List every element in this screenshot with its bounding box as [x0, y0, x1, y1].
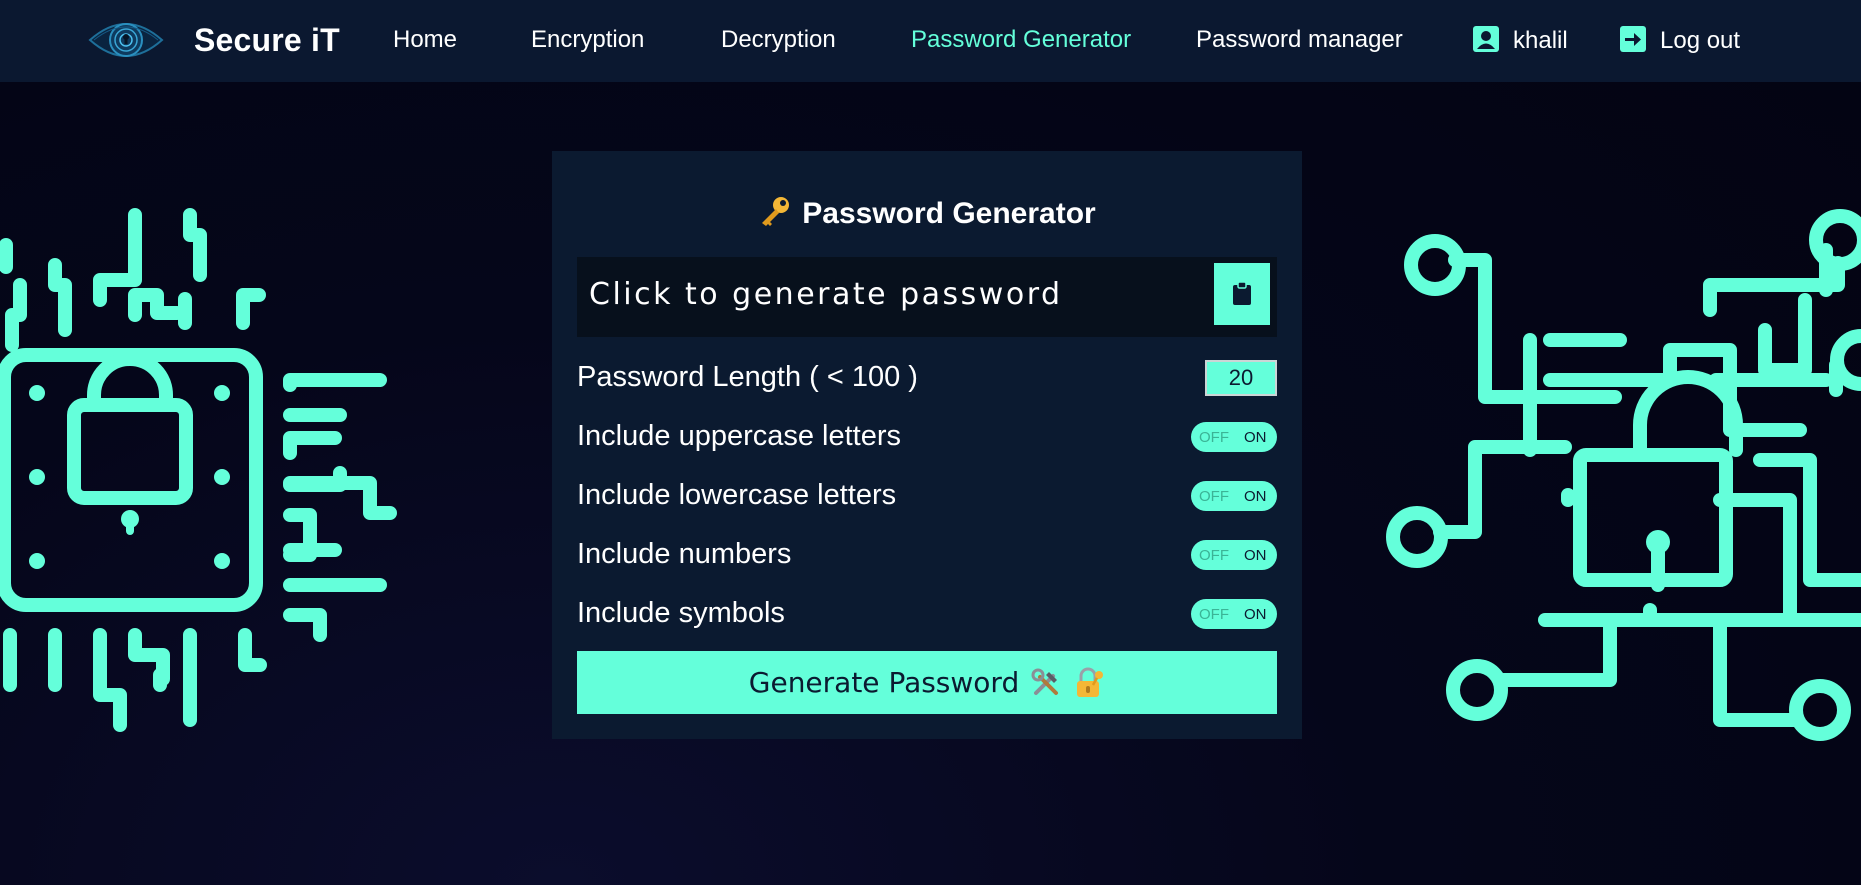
logout-icon	[1620, 26, 1646, 52]
key-icon	[758, 195, 792, 235]
option-row-symbols: Include symbols OFF ON	[577, 593, 1277, 633]
card-title: Password Generator	[552, 195, 1302, 235]
option-label-uppercase: Include uppercase letters	[577, 420, 902, 452]
locked-with-key-icon	[1073, 667, 1105, 699]
option-label-symbols: Include symbols	[577, 597, 785, 629]
nav-link-encryption[interactable]: Encryption	[531, 26, 644, 54]
nav-link-password-manager[interactable]: Password manager	[1196, 26, 1403, 54]
logout-link[interactable]: Log out	[1620, 26, 1740, 55]
generate-password-button[interactable]: Generate Password	[577, 651, 1277, 714]
toggle-on-text: ON	[1244, 488, 1267, 505]
toggle-off-text: OFF	[1199, 488, 1229, 505]
password-output-text: Click to generate password	[589, 277, 1063, 312]
option-label-numbers: Include numbers	[577, 538, 792, 570]
toggle-symbols[interactable]: OFF ON	[1191, 599, 1277, 629]
navbar: Secure iT Home Encryption Decryption Pas…	[0, 0, 1861, 82]
toggle-numbers[interactable]: OFF ON	[1191, 540, 1277, 570]
copy-password-button[interactable]	[1214, 263, 1270, 325]
option-row-lowercase: Include lowercase letters OFF ON	[577, 475, 1277, 515]
toggle-off-text: OFF	[1199, 606, 1229, 623]
password-output[interactable]: Click to generate password	[577, 257, 1277, 337]
toggle-off-text: OFF	[1199, 429, 1229, 446]
card-title-text: Password Generator	[802, 197, 1096, 230]
toggle-off-text: OFF	[1199, 547, 1229, 564]
circuit-chip-lock-illustration	[0, 208, 397, 732]
password-length-label: Password Length ( < 100 )	[577, 361, 918, 393]
nav-link-home[interactable]: Home	[393, 26, 457, 54]
user-icon	[1473, 26, 1499, 52]
password-generator-card: Password Generator Click to generate pas…	[552, 151, 1302, 739]
password-length-row: Password Length ( < 100 )	[577, 357, 1277, 397]
toggle-uppercase[interactable]: OFF ON	[1191, 422, 1277, 452]
toggle-lowercase[interactable]: OFF ON	[1191, 481, 1277, 511]
nav-link-password-generator[interactable]: Password Generator	[911, 26, 1131, 54]
option-row-numbers: Include numbers OFF ON	[577, 534, 1277, 574]
option-row-uppercase: Include uppercase letters OFF ON	[577, 416, 1277, 456]
user-name: khalil	[1513, 27, 1568, 54]
clipboard-icon	[1233, 282, 1251, 305]
toggle-on-text: ON	[1244, 429, 1267, 446]
nav-user[interactable]: khalil	[1473, 26, 1568, 55]
password-length-input[interactable]	[1205, 360, 1277, 396]
eye-logo-icon	[88, 23, 164, 57]
hammer-wrench-icon	[1031, 668, 1061, 698]
nav-link-decryption[interactable]: Decryption	[721, 26, 836, 54]
brand-name: Secure iT	[194, 21, 340, 58]
generate-password-label: Generate Password	[748, 666, 1020, 699]
toggle-on-text: ON	[1244, 547, 1267, 564]
circuit-lock-illustration	[1386, 209, 1861, 741]
logout-label: Log out	[1660, 27, 1741, 54]
option-label-lowercase: Include lowercase letters	[577, 479, 897, 511]
brand[interactable]: Secure iT	[88, 14, 340, 66]
toggle-on-text: ON	[1244, 606, 1267, 623]
